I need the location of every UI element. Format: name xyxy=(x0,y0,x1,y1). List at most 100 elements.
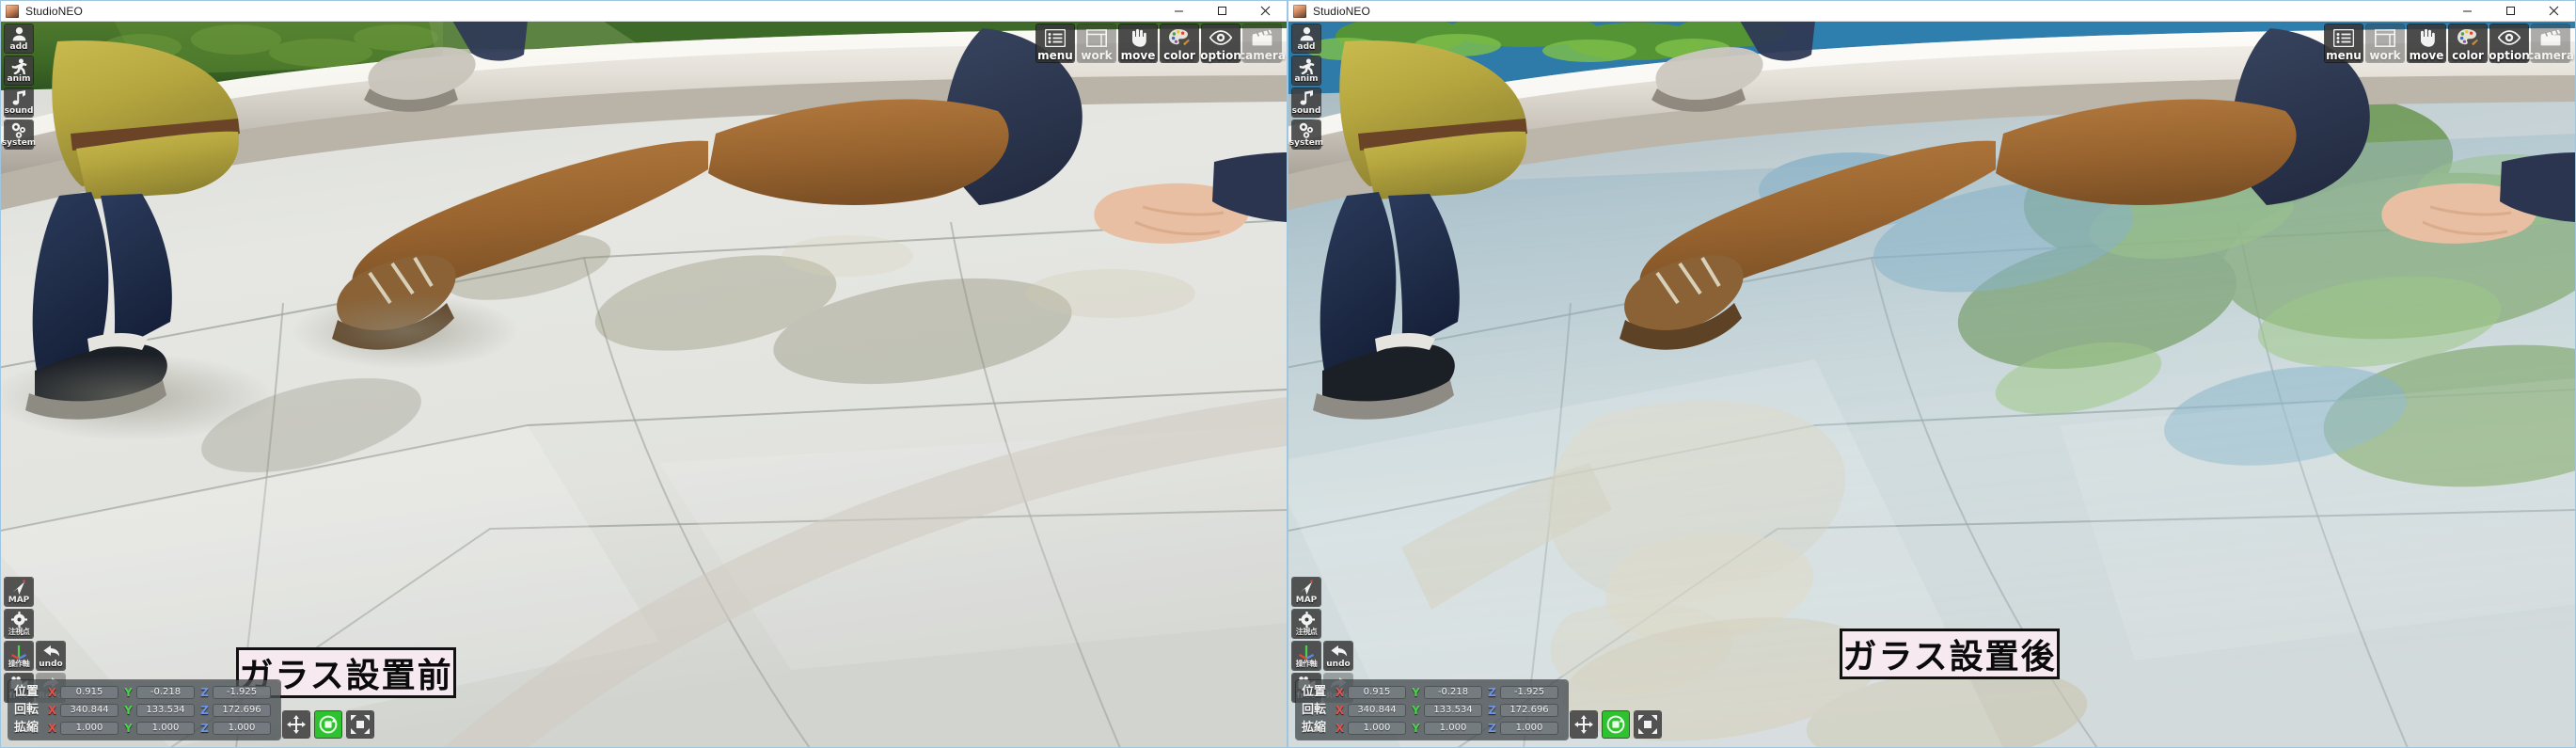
axis-label-z: Z xyxy=(200,703,209,717)
axis-gizmo-icon xyxy=(5,643,33,660)
toolbar-camera[interactable]: camera xyxy=(1239,24,1286,62)
hand-icon xyxy=(2408,26,2445,49)
caption-right: ガラス設置後 xyxy=(1840,629,2060,679)
palette-icon xyxy=(2449,26,2487,49)
sidebar-item-anim[interactable]: anim xyxy=(1292,56,1320,85)
sidebar-label: MAP xyxy=(1295,596,1318,605)
undo-button[interactable]: undo xyxy=(1324,642,1352,670)
sidebar-item-axis[interactable]: 操作軸 xyxy=(1292,642,1320,670)
titlebar-left: StudioNEO xyxy=(1,1,1287,22)
undo-arrow-icon xyxy=(1324,643,1352,660)
sidebar-item-gaze-point[interactable]: 注視点 xyxy=(5,610,33,638)
rotation-z-field[interactable]: 172.696 xyxy=(213,703,271,717)
toolbar-color[interactable]: color xyxy=(2449,24,2487,62)
sidebar-item-anim[interactable]: anim xyxy=(5,56,33,85)
palette-icon xyxy=(1161,26,1198,49)
position-y-field[interactable]: -0.218 xyxy=(136,685,195,699)
toolbar-label: work xyxy=(2369,49,2401,62)
position-z-field[interactable]: -1.925 xyxy=(1500,685,1558,699)
close-button[interactable] xyxy=(2532,1,2575,21)
list-icon xyxy=(1036,26,1074,49)
transform-row-position: 位置 X 0.915 Y -0.218 Z -1.925 xyxy=(14,684,275,700)
rotate-mode-button[interactable] xyxy=(1603,711,1629,738)
position-x-field[interactable]: 0.915 xyxy=(60,685,119,699)
toolbar-label: color xyxy=(1163,49,1195,62)
position-z-field[interactable]: -1.925 xyxy=(213,685,271,699)
sidebar-label: add xyxy=(9,42,28,52)
axis-label-z: Z xyxy=(200,685,209,699)
music-note-icon xyxy=(1292,89,1320,106)
clapboard-icon xyxy=(2532,26,2569,49)
toolbar-work[interactable]: work xyxy=(2366,24,2404,62)
toolbar-move[interactable]: move xyxy=(2408,24,2445,62)
toolbar-camera[interactable]: camera xyxy=(2527,24,2574,62)
map-arrow-icon xyxy=(5,579,33,596)
minimize-icon xyxy=(1174,10,1183,12)
axis-label-x: X xyxy=(1335,721,1345,735)
toolbar-option[interactable]: option xyxy=(1200,24,1241,62)
toolbar-label: option xyxy=(1200,49,1241,62)
sidebar-item-add[interactable]: add xyxy=(5,24,33,53)
sidebar-item-sound[interactable]: sound xyxy=(1292,88,1320,117)
axis-label-x: X xyxy=(47,685,57,699)
undo-button[interactable]: undo xyxy=(37,642,65,670)
running-icon xyxy=(1292,57,1320,74)
axis-label-y: Y xyxy=(1412,703,1420,717)
axis-label-z: Z xyxy=(1488,721,1496,735)
toolbar-label: option xyxy=(2489,49,2530,62)
scale-icon xyxy=(351,715,370,734)
sidebar-label: add xyxy=(1297,42,1316,52)
viewport-right[interactable]: ガラス設置後 add anim sound system MAP 注視点 操作軸… xyxy=(1288,21,2575,747)
toolbar-option[interactable]: option xyxy=(2489,24,2530,62)
rotation-z-field[interactable]: 172.696 xyxy=(1500,703,1558,717)
minimize-button[interactable] xyxy=(1157,1,1200,21)
top-toolbar: menu work move color option camera xyxy=(1036,24,1286,62)
sidebar-item-map[interactable]: MAP xyxy=(1292,578,1320,606)
toolbar-color[interactable]: color xyxy=(1161,24,1198,62)
transform-row-position: 位置 X 0.915 Y -0.218 Z -1.925 xyxy=(1302,684,1562,700)
move-mode-button[interactable] xyxy=(1571,711,1597,738)
minimize-icon xyxy=(2462,10,2472,12)
studioneo-window-left: StudioNEO ガラス設置前 add anim sound system M… xyxy=(0,0,1288,748)
toolbar-menu[interactable]: menu xyxy=(1036,24,1074,62)
scale-x-field[interactable]: 1.000 xyxy=(60,721,119,735)
rotation-x-field[interactable]: 340.844 xyxy=(1348,703,1406,717)
transform-row-rotation: 回転 X 340.844 Y 133.534 Z 172.696 xyxy=(14,702,275,718)
sidebar-item-system[interactable]: system xyxy=(2,120,36,149)
close-button[interactable] xyxy=(1243,1,1287,21)
scale-mode-button[interactable] xyxy=(1635,711,1661,738)
scale-z-field[interactable]: 1.000 xyxy=(1500,721,1558,735)
sidebar-item-add[interactable]: add xyxy=(1292,24,1320,53)
rotation-y-field[interactable]: 133.534 xyxy=(136,703,195,717)
scale-x-field[interactable]: 1.000 xyxy=(1348,721,1406,735)
position-x-field[interactable]: 0.915 xyxy=(1348,685,1406,699)
sidebar-item-gaze-point[interactable]: 注視点 xyxy=(1292,610,1320,638)
axis-label-x: X xyxy=(47,703,57,717)
scale-y-field[interactable]: 1.000 xyxy=(136,721,195,735)
toolbar-work[interactable]: work xyxy=(1078,24,1115,62)
axis-label-y: Y xyxy=(1412,721,1420,735)
rotation-y-field[interactable]: 133.534 xyxy=(1424,703,1482,717)
close-icon xyxy=(2549,6,2558,16)
sidebar-item-system[interactable]: system xyxy=(1289,120,1323,149)
sidebar-item-axis[interactable]: 操作軸 xyxy=(5,642,33,670)
minimize-button[interactable] xyxy=(2445,1,2489,21)
scale-z-field[interactable]: 1.000 xyxy=(213,721,271,735)
sidebar-item-map[interactable]: MAP xyxy=(5,578,33,606)
move-mode-button[interactable] xyxy=(283,711,309,738)
position-y-field[interactable]: -0.218 xyxy=(1424,685,1482,699)
axis-label-y: Y xyxy=(124,685,133,699)
scale-mode-button[interactable] xyxy=(347,711,373,738)
sidebar-label: 注視点 xyxy=(1295,628,1318,636)
rotate-mode-button[interactable] xyxy=(315,711,341,738)
app-icon xyxy=(6,4,19,18)
rotation-x-field[interactable]: 340.844 xyxy=(60,703,119,717)
scale-y-field[interactable]: 1.000 xyxy=(1424,721,1482,735)
axis-label-z: Z xyxy=(200,721,209,735)
toolbar-move[interactable]: move xyxy=(1119,24,1157,62)
sidebar-item-sound[interactable]: sound xyxy=(5,88,33,117)
maximize-button[interactable] xyxy=(2489,1,2532,21)
viewport-left[interactable]: ガラス設置前 add anim sound system MAP 注視点 操作軸… xyxy=(1,21,1287,747)
toolbar-menu[interactable]: menu xyxy=(2325,24,2363,62)
maximize-button[interactable] xyxy=(1200,1,1243,21)
